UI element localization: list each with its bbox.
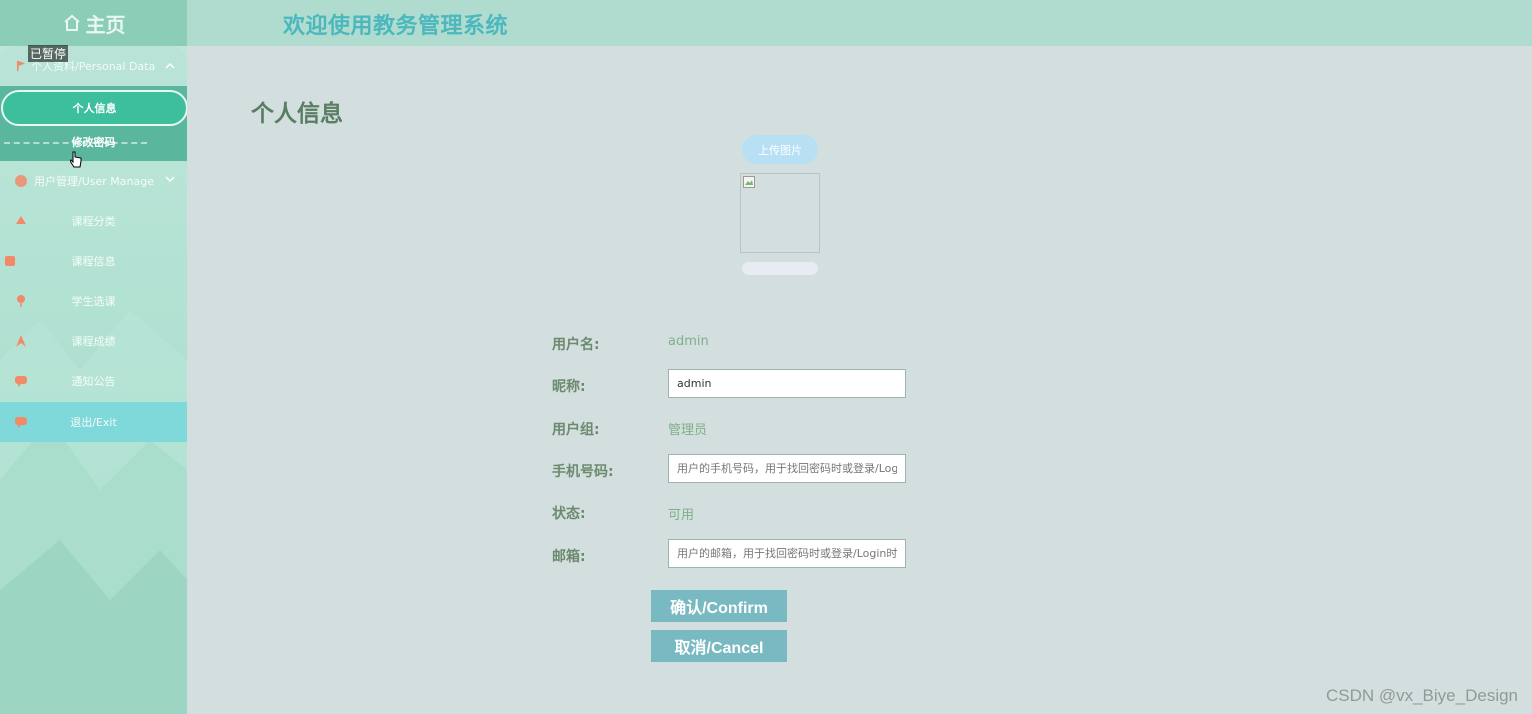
system-title: 欢迎使用教务管理系统: [283, 14, 509, 39]
submenu-item-label: 修改密码: [71, 136, 116, 149]
menu-group-user-manage[interactable]: 用户管理/User Manage: [0, 161, 187, 201]
submenu-item-label: 个人信息: [72, 102, 117, 115]
user-group-icon: [15, 175, 27, 187]
username-value: admin: [668, 334, 709, 349]
top-header: 欢迎使用教务管理系统: [187, 0, 1532, 46]
email-input[interactable]: [668, 539, 906, 568]
status-label: 状态:: [552, 506, 586, 522]
home-label: 主页: [85, 12, 126, 37]
page-title: 个人信息: [251, 101, 343, 127]
chevron-down-icon: [165, 176, 175, 183]
sidebar-item-label: 学生选课: [71, 295, 116, 308]
sidebar-item-course-category[interactable]: 课程分类: [0, 201, 187, 241]
watermark: CSDN @vx_Biye_Design: [1325, 686, 1518, 705]
sidebar-item-label: 课程分类: [71, 215, 116, 228]
phone-input[interactable]: [668, 454, 906, 483]
email-label: 邮箱:: [552, 549, 586, 565]
submenu-item-personal-info[interactable]: 个人信息: [1, 90, 187, 126]
usergroup-label: 用户组:: [552, 422, 600, 438]
sidebar: 主页 已暂停 个人资料/Personal Data 个人信息 修改密码 用户管理…: [0, 0, 187, 714]
sidebar-item-label: 课程成绩: [71, 335, 116, 348]
sidebar-item-notices[interactable]: 通知公告: [0, 361, 187, 401]
usergroup-value: 管理员: [668, 423, 708, 438]
sidebar-item-label: 课程信息: [71, 255, 116, 268]
sidebar-item-label: 通知公告: [71, 375, 116, 388]
avatar-image: [740, 173, 820, 253]
nickname-label: 昵称:: [552, 379, 586, 395]
username-label: 用户名:: [552, 337, 600, 353]
sidebar-item-course-grades[interactable]: 课程成绩: [0, 321, 187, 361]
status-value: 可用: [668, 508, 695, 523]
chevron-up-icon: [165, 62, 175, 69]
submenu-personal-data: 个人信息 修改密码: [0, 86, 187, 161]
flag-icon: [17, 61, 25, 71]
upload-image-button[interactable]: 上传图片: [742, 135, 818, 164]
avatar-progress-bar: [742, 262, 818, 275]
phone-label: 手机号码:: [552, 464, 614, 480]
cancel-button[interactable]: 取消/Cancel: [651, 630, 787, 662]
sidebar-item-exit[interactable]: 退出/Exit: [0, 402, 187, 442]
sidebar-item-label: 退出/Exit: [70, 416, 117, 429]
sidebar-item-course-selection[interactable]: 学生选课: [0, 281, 187, 321]
broken-image-icon: [743, 176, 755, 188]
nickname-input[interactable]: [668, 369, 906, 398]
confirm-button[interactable]: 确认/Confirm: [651, 590, 787, 622]
paused-overlay-label: 已暂停: [28, 45, 69, 62]
home-button[interactable]: 主页: [0, 0, 187, 46]
submenu-item-change-password[interactable]: 修改密码: [0, 124, 187, 160]
home-icon: [63, 14, 80, 31]
mouse-pointer-icon: [70, 151, 82, 168]
sidebar-item-course-info[interactable]: 课程信息: [0, 241, 187, 281]
